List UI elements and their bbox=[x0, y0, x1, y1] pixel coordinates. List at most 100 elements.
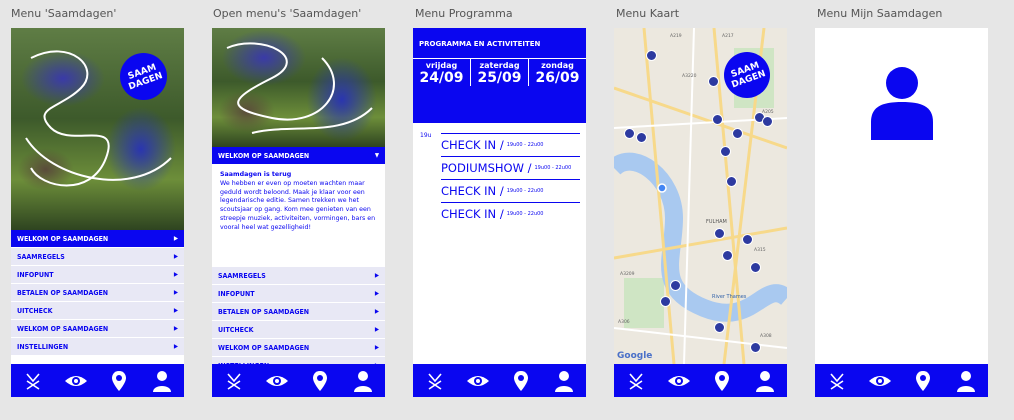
menu-item-uitcheck[interactable]: UITCHECK ▶ bbox=[212, 321, 385, 339]
menu-item-saamregels[interactable]: SAAMREGELS ▶ bbox=[212, 267, 385, 285]
tab-home[interactable] bbox=[624, 369, 648, 393]
tab-kaart[interactable] bbox=[509, 369, 533, 393]
logo-icon bbox=[629, 372, 643, 390]
chevron-right-icon: ▶ bbox=[173, 235, 178, 242]
eye-icon bbox=[64, 375, 87, 386]
accordion-menu: WELKOM OP SAAMDAGEN ▼ Saamdagen is terug … bbox=[212, 147, 385, 375]
map-marker[interactable] bbox=[712, 114, 723, 125]
caption-menu-programma: Menu Programma bbox=[415, 7, 513, 20]
tab-home[interactable] bbox=[423, 369, 447, 393]
programma-header: PROGRAMMA EN ACTIVITEITEN vrijdag 24/09 z… bbox=[413, 28, 586, 123]
chevron-right-icon: ▶ bbox=[173, 343, 178, 350]
caption-open-menus: Open menu's 'Saamdagen' bbox=[213, 7, 362, 20]
map-marker[interactable] bbox=[660, 296, 671, 307]
chevron-right-icon: ▶ bbox=[173, 307, 178, 314]
tab-profiel[interactable] bbox=[753, 369, 777, 393]
logo-icon bbox=[227, 372, 241, 390]
chevron-right-icon: ▶ bbox=[374, 308, 379, 315]
accordion-body: Saamdagen is terug We hebben er even op … bbox=[212, 165, 385, 267]
menu-item-welkom-2[interactable]: WELKOM OP SAAMDAGEN ▶ bbox=[212, 339, 385, 357]
tab-kaart[interactable] bbox=[308, 369, 332, 393]
tab-kaart[interactable] bbox=[107, 369, 131, 393]
menu-item-welkom[interactable]: WELKOM OP SAAMDAGEN ▶ bbox=[11, 230, 184, 248]
tab-home[interactable] bbox=[21, 369, 45, 393]
caption-menu-kaart: Menu Kaart bbox=[616, 7, 680, 20]
map-marker[interactable] bbox=[720, 146, 731, 157]
eye-icon bbox=[466, 375, 489, 386]
tab-bar bbox=[212, 364, 385, 397]
map-marker[interactable] bbox=[726, 176, 737, 187]
map-marker[interactable] bbox=[742, 234, 753, 245]
tab-kaart[interactable] bbox=[710, 369, 734, 393]
map-pin-icon bbox=[313, 370, 328, 391]
tab-profiel[interactable] bbox=[552, 369, 576, 393]
event-item[interactable]: CHECK IN /19u00 - 22u00 bbox=[441, 179, 580, 201]
menu-item-infopunt[interactable]: INFOPUNT ▶ bbox=[11, 266, 184, 284]
map-view[interactable]: FULHAM River Thames A205 A3220 A217 A219… bbox=[614, 28, 787, 364]
menu-item-betalen[interactable]: BETALEN OP SAAMDAGEN ▶ bbox=[212, 303, 385, 321]
caption-menu-mijn-saamdagen: Menu Mijn Saamdagen bbox=[817, 7, 943, 20]
tab-bar bbox=[614, 364, 787, 397]
body-title: Saamdagen is terug bbox=[220, 171, 292, 178]
tab-programma[interactable] bbox=[667, 369, 691, 393]
menu-item-instellingen[interactable]: INSTELLINGEN▶ bbox=[11, 338, 184, 356]
screen-menu-saamdagen: SAAM DAGEN WELKOM OP SAAMDAGEN ▶ SAAMREGE… bbox=[11, 28, 184, 397]
caption-menu-saamdagen: Menu 'Saamdagen' bbox=[11, 7, 117, 20]
screen-mijn-saamdagen bbox=[815, 28, 988, 397]
map-marker[interactable] bbox=[722, 250, 733, 261]
chevron-right-icon: ▶ bbox=[374, 272, 379, 279]
map-marker[interactable] bbox=[714, 322, 725, 333]
logo-icon bbox=[26, 372, 40, 390]
day-zondag[interactable]: zondag 26/09 bbox=[529, 59, 586, 86]
chevron-right-icon: ▶ bbox=[374, 344, 379, 351]
map-label-road: A219 bbox=[670, 34, 682, 39]
map-label-road: A3220 bbox=[682, 74, 697, 79]
map-marker[interactable] bbox=[732, 128, 743, 139]
screen-programma: PROGRAMMA EN ACTIVITEITEN vrijdag 24/09 z… bbox=[413, 28, 586, 397]
tab-programma[interactable] bbox=[64, 369, 88, 393]
eye-icon bbox=[868, 375, 891, 386]
hour-label: 19u bbox=[420, 132, 432, 139]
map-label-road: A308 bbox=[760, 334, 772, 339]
event-item[interactable]: PODIUMSHOW /19u00 - 22u00 bbox=[441, 156, 580, 178]
map-marker[interactable] bbox=[762, 116, 773, 127]
map-marker[interactable] bbox=[624, 128, 635, 139]
menu-item-saamregels[interactable]: SAAMREGELS ▶ bbox=[11, 248, 184, 266]
day-zaterdag[interactable]: zaterdag 25/09 bbox=[471, 59, 529, 86]
tab-home[interactable] bbox=[825, 369, 849, 393]
tab-programma[interactable] bbox=[265, 369, 289, 393]
map-marker[interactable] bbox=[750, 262, 761, 273]
map-pin-icon bbox=[916, 370, 931, 391]
map-marker[interactable] bbox=[636, 132, 647, 143]
menu-item-betalen[interactable]: BETALEN OP SAAMDAGEN ▶ bbox=[11, 284, 184, 302]
user-icon bbox=[957, 370, 976, 392]
tab-profiel[interactable] bbox=[150, 369, 174, 393]
hero-photo bbox=[212, 28, 385, 147]
event-item[interactable]: CHECK IN /19u00 - 22u00 bbox=[441, 133, 580, 155]
map-pin-icon bbox=[715, 370, 730, 391]
tab-profiel[interactable] bbox=[954, 369, 978, 393]
map-marker[interactable] bbox=[670, 280, 681, 291]
tab-programma[interactable] bbox=[868, 369, 892, 393]
user-icon bbox=[153, 370, 172, 392]
event-item[interactable]: CHECK IN /19u00 - 22u00 bbox=[441, 202, 580, 224]
tab-kaart[interactable] bbox=[911, 369, 935, 393]
eye-icon bbox=[265, 375, 288, 386]
logo-icon bbox=[830, 372, 844, 390]
tab-profiel[interactable] bbox=[351, 369, 375, 393]
menu-item-welkom-2[interactable]: WELKOM OP SAAMDAGEN ▶ bbox=[11, 320, 184, 338]
menu-item-infopunt[interactable]: INFOPUNT ▶ bbox=[212, 285, 385, 303]
day-vrijdag[interactable]: vrijdag 24/09 bbox=[413, 59, 471, 86]
tab-home[interactable] bbox=[222, 369, 246, 393]
map-marker[interactable] bbox=[646, 50, 657, 61]
map-marker[interactable] bbox=[750, 342, 761, 353]
accordion-welkom-open[interactable]: WELKOM OP SAAMDAGEN ▼ bbox=[212, 147, 385, 165]
body-text: We hebben er even op moeten wachten maar… bbox=[220, 179, 376, 231]
tab-programma[interactable] bbox=[466, 369, 490, 393]
map-marker[interactable] bbox=[708, 76, 719, 87]
map-marker[interactable] bbox=[714, 228, 725, 239]
menu-item-uitcheck[interactable]: UITCHECK ▶ bbox=[11, 302, 184, 320]
chevron-right-icon: ▶ bbox=[173, 325, 178, 332]
chevron-right-icon: ▶ bbox=[173, 289, 178, 296]
user-avatar-icon[interactable] bbox=[871, 66, 933, 140]
